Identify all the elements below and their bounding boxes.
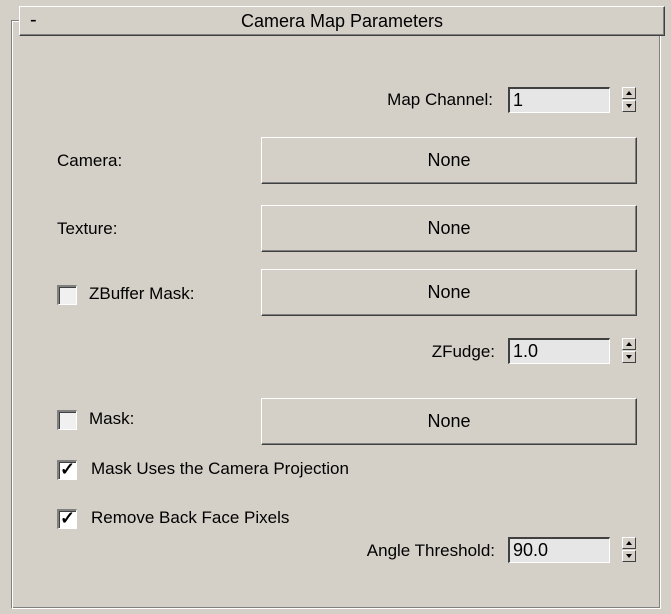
zbuffer-mask-checkbox[interactable] <box>57 285 77 305</box>
map-channel-field[interactable]: 1 <box>508 87 610 113</box>
angle-threshold-spinner[interactable] <box>622 537 636 563</box>
remove-back-face-checkbox[interactable]: ✓ <box>57 508 77 529</box>
arrow-up-icon <box>626 541 632 545</box>
checkmark-icon: ✓ <box>60 459 76 479</box>
rollout-title: Camera Map Parameters <box>240 11 444 31</box>
spinner-down-button[interactable] <box>622 100 636 112</box>
arrow-down-icon <box>626 554 632 558</box>
arrow-down-icon <box>626 104 632 108</box>
map-channel-spinner[interactable] <box>622 87 636 113</box>
angle-threshold-label: Angle Threshold: <box>366 541 495 560</box>
arrow-down-icon <box>626 355 632 359</box>
mask-uses-projection-label: Mask Uses the Camera Projection <box>91 459 349 478</box>
map-channel-label: Map Channel: <box>387 90 493 109</box>
mask-checkbox[interactable] <box>57 410 77 430</box>
spinner-up-button[interactable] <box>622 338 636 350</box>
checkmark-icon: ✓ <box>60 508 76 528</box>
spinner-down-button[interactable] <box>622 351 636 363</box>
zbuffer-mask-pick-button[interactable]: None <box>261 269 637 316</box>
camera-label: Camera: <box>57 151 123 170</box>
angle-threshold-field[interactable]: 90.0 <box>508 537 610 563</box>
texture-pick-button[interactable]: None <box>261 205 637 252</box>
spinner-down-button[interactable] <box>622 550 636 562</box>
spinner-up-button[interactable] <box>622 87 636 99</box>
arrow-up-icon <box>626 91 632 95</box>
arrow-up-icon <box>626 342 632 346</box>
texture-label: Texture: <box>57 219 118 238</box>
mask-label: Mask: <box>89 409 135 428</box>
zfudge-field[interactable]: 1.0 <box>508 338 610 364</box>
spinner-up-button[interactable] <box>622 537 636 549</box>
camera-pick-button[interactable]: None <box>261 137 637 184</box>
mask-uses-projection-checkbox[interactable]: ✓ <box>57 459 77 480</box>
zbuffer-mask-label: ZBuffer Mask: <box>89 284 195 303</box>
remove-back-face-label: Remove Back Face Pixels <box>91 508 290 527</box>
mask-pick-button[interactable]: None <box>261 398 637 445</box>
zfudge-spinner[interactable] <box>622 338 636 364</box>
rollout-header[interactable]: - Camera Map Parameters <box>19 6 665 36</box>
zfudge-label: ZFudge: <box>431 342 495 361</box>
